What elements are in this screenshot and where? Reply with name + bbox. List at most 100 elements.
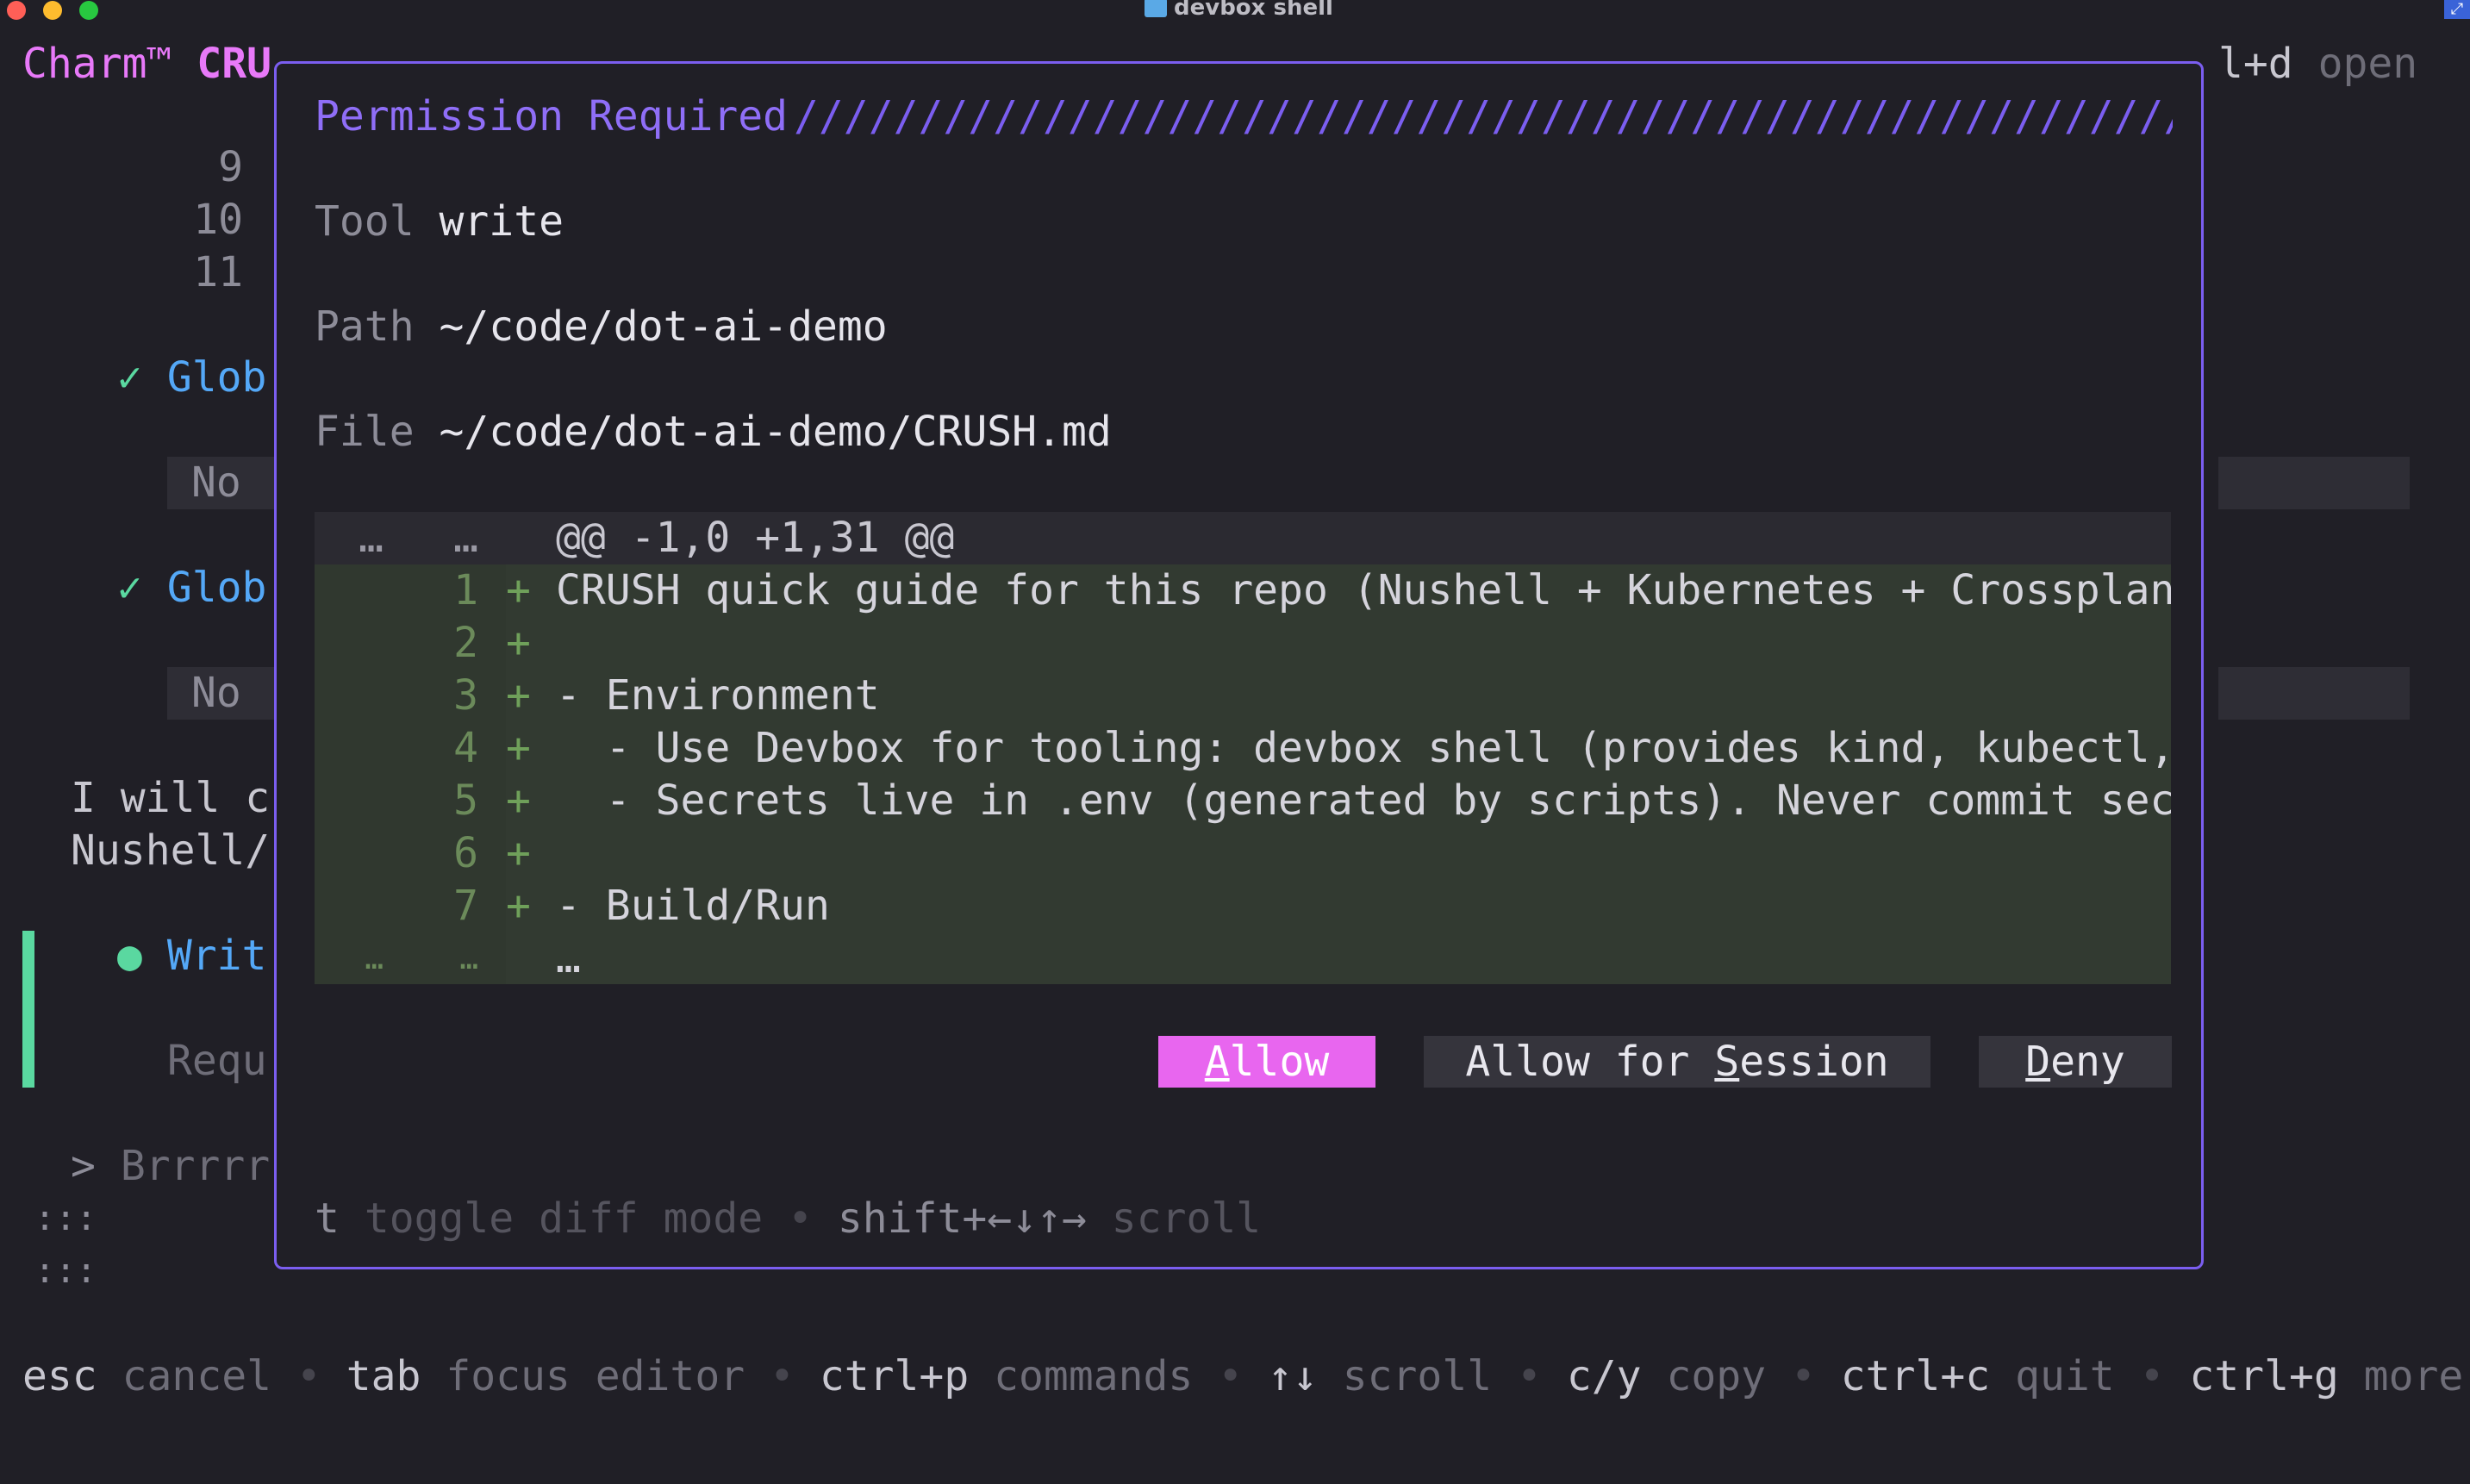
hunk-header-text: @@ -1,0 +1,31 @@ xyxy=(556,514,955,562)
new-line-number: 4 xyxy=(453,724,478,772)
session-accelerator: S xyxy=(1714,1038,1740,1086)
footer-separator: • xyxy=(770,1352,795,1400)
check-icon: ✓ xyxy=(117,564,142,612)
diff-line-text: CRUSH quick guide for this repo (Nushell… xyxy=(556,566,2171,614)
add-sign: + xyxy=(506,671,531,720)
diff-line: 1 + CRUSH quick guide for this repo (Nus… xyxy=(315,564,2171,617)
tool-call-glob[interactable]: ✓ Glob xyxy=(117,562,266,614)
footer-desc: more xyxy=(2363,1352,2464,1400)
line-number: 9 xyxy=(218,143,243,191)
footer-desc: quit xyxy=(2015,1352,2115,1400)
dialog-help: t toggle diff mode • shift+←↓↑→ scroll xyxy=(315,1193,1261,1245)
diff-truncation-text: … xyxy=(556,934,581,982)
tool-call-name: Writ xyxy=(166,932,267,980)
title-decoration: ////////////////////////////////////////… xyxy=(794,92,2173,140)
path-row: Path ~/code/dot-ai-demo xyxy=(315,301,888,353)
old-line-number: … xyxy=(359,514,384,562)
pending-tool-status: Requ xyxy=(167,1037,267,1085)
diff-line: 4 + - Use Devbox for tooling: devbox she… xyxy=(315,722,2171,775)
tool-result-badge: No xyxy=(167,667,274,720)
deny-label: eny xyxy=(2050,1038,2125,1086)
footer-separator: • xyxy=(1517,1352,1542,1400)
file-row: File ~/code/dot-ai-demo/CRUSH.md xyxy=(315,406,1112,458)
diff-line: 7 + - Build/Run xyxy=(315,880,2171,932)
add-sign: + xyxy=(506,829,531,877)
assistant-message-line: I will c xyxy=(71,774,271,822)
add-sign: + xyxy=(506,724,531,772)
help-separator: • xyxy=(788,1194,813,1243)
header-shortcut-action: open xyxy=(2317,40,2418,88)
footer-key: ↑↓ xyxy=(1268,1352,1318,1400)
prompt-line[interactable]: > Brrrrr xyxy=(71,1140,270,1193)
add-sign: + xyxy=(506,566,531,614)
close-window-button[interactable] xyxy=(7,1,26,20)
diff-line: 2 + xyxy=(315,617,2171,670)
footer-separator: • xyxy=(1790,1352,1816,1400)
footer-key: c/y xyxy=(1566,1352,1642,1400)
footer-separator: • xyxy=(2139,1352,2165,1400)
diff-truncation-row: … … … xyxy=(315,932,2171,984)
diff-line-text: - Secrets live in .env (generated by scr… xyxy=(556,776,2171,825)
footer-help-bar: esc cancel • tab focus editor • ctrl+p c… xyxy=(22,1350,2463,1403)
minimize-window-button[interactable] xyxy=(43,1,62,20)
line-number: 11 xyxy=(193,248,243,296)
allow-label: llow xyxy=(1229,1038,1330,1086)
tool-result-badge: No xyxy=(167,457,274,509)
footer-key: ctrl+p xyxy=(819,1352,970,1400)
diff-line-text: - Use Devbox for tooling: devbox shell (… xyxy=(556,724,2171,772)
pending-tool-call[interactable]: ● Writ xyxy=(117,930,266,982)
tool-value: write xyxy=(439,197,564,246)
add-sign: + xyxy=(506,619,531,667)
allow-accelerator: A xyxy=(1204,1038,1230,1086)
new-line-number: 3 xyxy=(453,671,478,720)
deny-button[interactable]: Deny xyxy=(1979,1036,2172,1088)
tool-result-bar xyxy=(2218,667,2410,720)
session-label-rest: ession xyxy=(1739,1038,1889,1086)
footer-desc: copy xyxy=(1666,1352,1767,1400)
app-brand: Charm™ CRU xyxy=(22,38,271,90)
add-sign: + xyxy=(506,776,531,825)
fullscreen-icon[interactable]: ⤢ xyxy=(2444,0,2470,19)
spinner-icon: ::: xyxy=(34,1199,97,1238)
session-label-prefix: Allow for xyxy=(1465,1038,1715,1086)
window-title: devbox shell xyxy=(1145,0,1333,21)
zoom-window-button[interactable] xyxy=(79,1,98,20)
tool-call-name: Glob xyxy=(166,353,267,402)
tool-call-name: Glob xyxy=(166,564,267,612)
help-key: t xyxy=(315,1194,340,1243)
new-line-number: 5 xyxy=(453,776,478,825)
focus-indicator xyxy=(22,931,34,1088)
diff-hunk-header: … … @@ -1,0 +1,31 @@ xyxy=(315,512,2171,564)
diff-view[interactable]: … … @@ -1,0 +1,31 @@ 1 + CRUSH quick gui… xyxy=(315,512,2171,984)
dialog-title: Permission Required xyxy=(315,92,789,140)
tool-label: Tool xyxy=(315,197,415,246)
header-shortcut-key: l+d xyxy=(2218,40,2293,88)
help-desc: scroll xyxy=(1111,1194,1262,1243)
window-titlebar: devbox shell ⤢ xyxy=(0,0,2470,21)
tool-result-bar xyxy=(2218,457,2410,509)
spinner-icon: ::: xyxy=(34,1251,97,1291)
status-dot-icon: ● xyxy=(117,932,142,980)
tool-call-glob[interactable]: ✓ Glob xyxy=(117,352,266,404)
permission-dialog: Permission Required ////////////////////… xyxy=(274,61,2204,1269)
prompt-caret: > xyxy=(71,1142,96,1190)
allow-for-session-button[interactable]: Allow for Session xyxy=(1424,1036,1930,1088)
file-value: ~/code/dot-ai-demo/CRUSH.md xyxy=(439,408,1112,456)
prompt-text: Brrrrr xyxy=(120,1142,271,1190)
app-name: CRU xyxy=(196,40,271,88)
line-number: 10 xyxy=(193,196,243,244)
help-desc: toggle diff mode xyxy=(364,1194,764,1243)
file-label: File xyxy=(315,408,415,456)
footer-separator: • xyxy=(296,1352,321,1400)
header-shortcut: l+d open xyxy=(2218,38,2417,90)
diff-line: 3 + - Environment xyxy=(315,670,2171,722)
new-line-number: 7 xyxy=(453,882,478,930)
window-title-text: devbox shell xyxy=(1174,0,1333,21)
old-line-number: … xyxy=(365,941,384,976)
footer-separator: • xyxy=(1218,1352,1244,1400)
diff-line: 5 + - Secrets live in .env (generated by… xyxy=(315,775,2171,827)
footer-key: ctrl+c xyxy=(1840,1352,1991,1400)
allow-button[interactable]: Allow xyxy=(1158,1036,1375,1088)
path-value: ~/code/dot-ai-demo xyxy=(439,302,888,351)
diff-line-text: - Build/Run xyxy=(556,882,830,930)
